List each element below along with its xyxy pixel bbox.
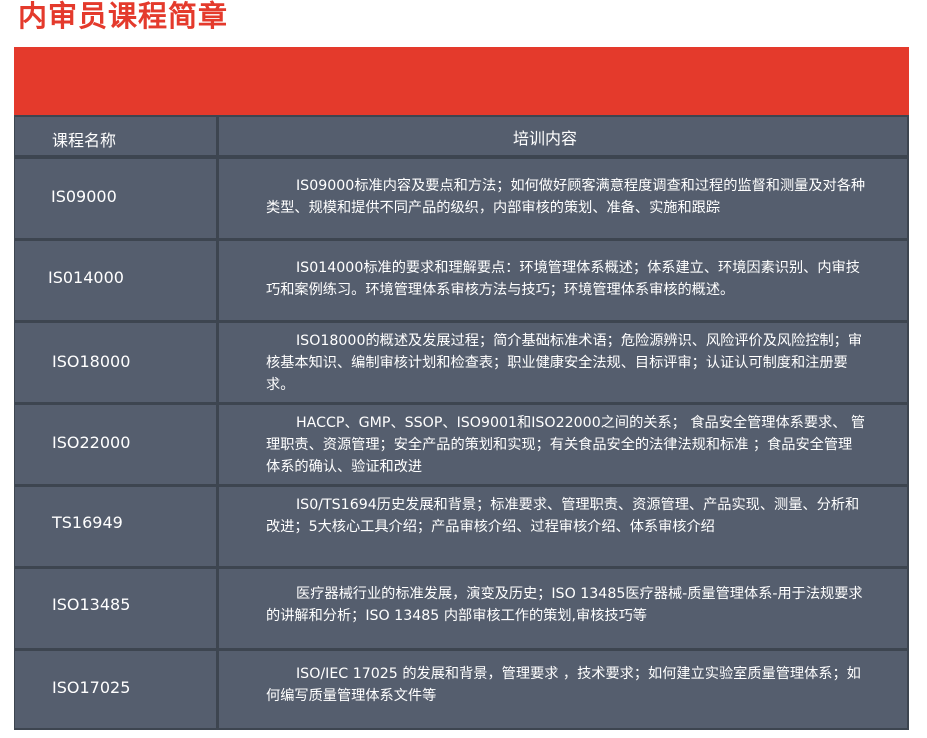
table-row: IS09000 IS09000标准内容及要点和方法；如何做好顾客满意程度调查和过… xyxy=(14,159,909,238)
course-content: ISO/IEC 17025 的发展和背景，管理要求 ，技术要求；如何建立实验室质… xyxy=(266,666,861,704)
course-content-cell: ISO18000的概述及发展过程；简介基础标准术语；危险源辨识、风险评价及风险控… xyxy=(219,323,907,402)
course-name: ISO17025 xyxy=(52,678,131,697)
course-content: IS014000标准的要求和理解要点：环境管理体系概述；体系建立、环境因素识别、… xyxy=(266,260,860,298)
course-content: IS09000标准内容及要点和方法；如何做好顾客满意程度调查和过程的监督和测量及… xyxy=(266,178,866,216)
course-content: IS0/TS1694历史发展和背景；标准要求、管理职责、资源管理、产品实现、测量… xyxy=(266,497,860,535)
course-name-cell: IS09000 xyxy=(15,159,216,238)
table-row: ISO18000 ISO18000的概述及发展过程；简介基础标准术语；危险源辨识… xyxy=(14,323,909,402)
table-row: ISO22000 HACCP、GMP、SSOP、ISO9001和ISO22000… xyxy=(14,405,909,484)
course-name-cell: IS014000 xyxy=(15,241,216,320)
course-table: 课程名称 培训内容 IS09000 IS09000标准内容及要点和方法；如何做好… xyxy=(14,115,909,730)
course-content: HACCP、GMP、SSOP、ISO9001和ISO22000之间的关系； 食品… xyxy=(266,415,866,475)
table-row: TS16949 IS0/TS1694历史发展和背景；标准要求、管理职责、资源管理… xyxy=(14,487,909,566)
course-name-cell: ISO17025 xyxy=(15,651,216,728)
course-content: 医疗器械行业的标准发展，演变及历史；ISO 13485医疗器械-质量管理体系-用… xyxy=(266,586,863,624)
course-name-cell: ISO22000 xyxy=(15,405,216,484)
course-name: IS014000 xyxy=(48,268,124,287)
course-name: IS09000 xyxy=(51,187,117,206)
header-content-cell: 培训内容 xyxy=(219,117,907,155)
course-content-cell: HACCP、GMP、SSOP、ISO9001和ISO22000之间的关系； 食品… xyxy=(219,405,907,484)
table-header-row: 课程名称 培训内容 xyxy=(14,117,909,155)
table-row: ISO13485 医疗器械行业的标准发展，演变及历史；ISO 13485医疗器械… xyxy=(14,569,909,648)
course-name-cell: ISO13485 xyxy=(15,569,216,648)
red-banner xyxy=(14,47,909,115)
course-content-cell: IS0/TS1694历史发展和背景；标准要求、管理职责、资源管理、产品实现、测量… xyxy=(219,487,907,566)
header-course-name: 课程名称 xyxy=(52,131,117,150)
course-name: ISO18000 xyxy=(52,352,131,371)
header-name-cell: 课程名称 xyxy=(15,117,216,155)
course-content-cell: IS014000标准的要求和理解要点：环境管理体系概述；体系建立、环境因素识别、… xyxy=(219,241,907,320)
table-row: IS014000 IS014000标准的要求和理解要点：环境管理体系概述；体系建… xyxy=(14,241,909,320)
table-row: ISO17025 ISO/IEC 17025 的发展和背景，管理要求 ，技术要求… xyxy=(14,651,909,730)
course-content-cell: IS09000标准内容及要点和方法；如何做好顾客满意程度调查和过程的监督和测量及… xyxy=(219,159,907,238)
course-name: ISO13485 xyxy=(52,595,131,614)
header-training-content: 培训内容 xyxy=(513,129,578,148)
course-name: TS16949 xyxy=(52,513,123,532)
course-content-cell: 医疗器械行业的标准发展，演变及历史；ISO 13485医疗器械-质量管理体系-用… xyxy=(219,569,907,648)
course-name-cell: TS16949 xyxy=(15,487,216,566)
course-content: ISO18000的概述及发展过程；简介基础标准术语；危险源辨识、风险评价及风险控… xyxy=(266,333,863,393)
course-name: ISO22000 xyxy=(52,433,131,452)
course-name-cell: ISO18000 xyxy=(15,323,216,402)
page-title: 内审员课程简章 xyxy=(18,0,229,33)
course-content-cell: ISO/IEC 17025 的发展和背景，管理要求 ，技术要求；如何建立实验室质… xyxy=(219,651,907,728)
